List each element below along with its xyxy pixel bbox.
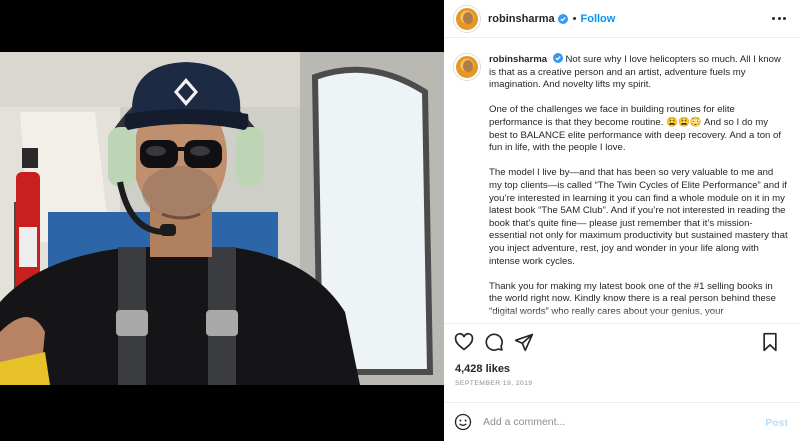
comment-bar: Post xyxy=(444,402,800,441)
post-photo[interactable] xyxy=(0,52,444,385)
caption-paragraph-3: The model I live by—and that has been so… xyxy=(489,167,788,267)
post-photo-image xyxy=(0,52,444,385)
post-date[interactable]: SEPTEMBER 19, 2019 xyxy=(455,380,532,387)
more-options-icon[interactable] xyxy=(772,11,786,25)
share-icon[interactable] xyxy=(514,332,534,352)
caption-area[interactable]: robinsharma Not sure why I love helicopt… xyxy=(444,39,800,324)
post-header: robinsharma • Follow xyxy=(444,0,800,38)
scroll-fade xyxy=(444,309,800,323)
caption-comment: robinsharma Not sure why I love helicopt… xyxy=(454,53,788,323)
caption-text: robinsharma Not sure why I love helicopt… xyxy=(489,53,788,323)
separator-dot: • xyxy=(572,12,577,25)
likes-count[interactable]: 4,428 likes xyxy=(455,363,510,375)
post-side-panel: robinsharma • Follow robinsharma Not sur… xyxy=(444,0,800,441)
avatar[interactable] xyxy=(454,5,480,32)
photo-pane xyxy=(0,0,444,441)
header-username[interactable]: robinsharma xyxy=(488,13,555,25)
follow-button[interactable]: Follow xyxy=(581,13,616,25)
comment-input[interactable] xyxy=(483,416,753,428)
post-comment-button[interactable]: Post xyxy=(765,417,788,429)
verified-badge-icon xyxy=(552,53,563,63)
caption-paragraph: robinsharma Not sure why I love helicopt… xyxy=(489,53,788,92)
heart-icon[interactable] xyxy=(454,332,474,352)
bookmark-icon[interactable] xyxy=(760,332,780,352)
caption-avatar[interactable] xyxy=(454,54,480,80)
action-bar xyxy=(444,325,800,359)
emoji-icon[interactable] xyxy=(454,413,472,431)
verified-badge-icon xyxy=(557,13,568,24)
caption-username[interactable]: robinsharma xyxy=(489,54,547,65)
comment-icon[interactable] xyxy=(484,332,504,352)
caption-paragraph-2: One of the challenges we face in buildin… xyxy=(489,104,782,154)
